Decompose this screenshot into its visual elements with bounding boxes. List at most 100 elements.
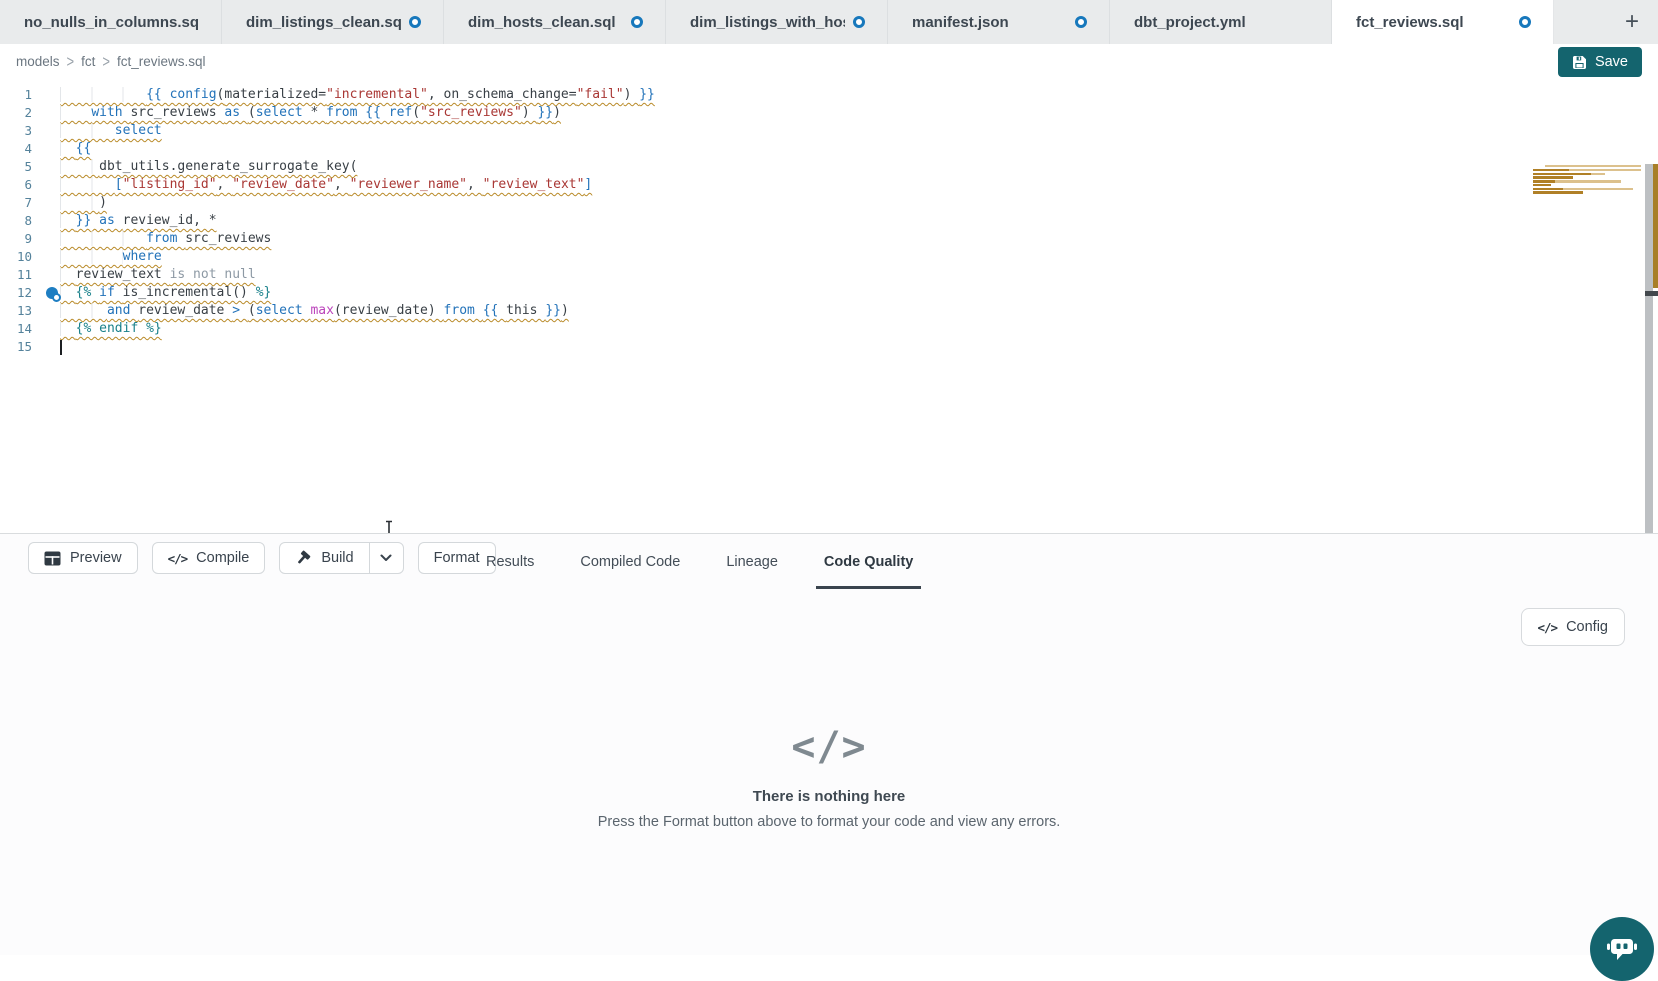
line-text: from src_reviews: [60, 231, 271, 246]
line-text: {{: [60, 141, 91, 156]
line-number: 3: [0, 122, 44, 140]
line-number: 8: [0, 212, 44, 230]
new-tab-button[interactable]: +: [1614, 0, 1650, 44]
line-number: 2: [0, 104, 44, 122]
save-label: Save: [1595, 54, 1628, 70]
code-line-14[interactable]: 14 {% endif %}: [0, 320, 1658, 338]
hammer-icon: [295, 550, 312, 566]
line-number: 4: [0, 140, 44, 158]
build-split-button: Build: [279, 542, 403, 574]
preview-button[interactable]: Preview: [28, 542, 138, 574]
code-line-10[interactable]: 10 where: [0, 248, 1658, 266]
line-number: 15: [0, 338, 44, 356]
line-number: 6: [0, 176, 44, 194]
panel-tab-bar: Results Compiled Code Lineage Code Quality: [478, 534, 921, 589]
action-button-row: Preview </> Compile Build: [28, 542, 496, 574]
scrollbar-warning-ruler: [1653, 164, 1658, 288]
file-tab-dim_hosts_clean-sql[interactable]: dim_hosts_clean.sql: [444, 0, 666, 44]
config-label: Config: [1566, 619, 1608, 635]
format-label: Format: [434, 550, 480, 566]
code-line-4[interactable]: 4 {{: [0, 140, 1658, 158]
code-line-7[interactable]: 7 ): [0, 194, 1658, 212]
line-text: ): [60, 195, 107, 210]
line-text: {% if is_incremental() %}: [60, 285, 271, 300]
file-tab-dim_listings_clean-sql[interactable]: dim_listings_clean.sql: [222, 0, 444, 44]
panel-tab-results[interactable]: Results: [478, 534, 542, 589]
panel-tab-compiled-code[interactable]: Compiled Code: [572, 534, 688, 589]
code-line-8[interactable]: 8 }} as review_id, *: [0, 212, 1658, 230]
code-lines: 1 {{ config(materialized="incremental", …: [0, 86, 1658, 356]
line-text: {{ config(materialized="incremental", on…: [60, 87, 655, 102]
panel-tab-code-quality[interactable]: Code Quality: [816, 534, 921, 589]
code-editor[interactable]: 1 {{ config(materialized="incremental", …: [0, 82, 1658, 533]
code-line-3[interactable]: 3 select: [0, 122, 1658, 140]
file-tab-dbt_project-yml[interactable]: dbt_project.yml: [1110, 0, 1332, 44]
code-line-9[interactable]: 9 from src_reviews: [0, 230, 1658, 248]
editor-scrollbar-thumb[interactable]: [1645, 164, 1653, 533]
code-line-5[interactable]: 5 dbt_utils.generate_surrogate_key(: [0, 158, 1658, 176]
chevron-right-icon: >: [67, 52, 75, 71]
text-caret: [60, 340, 62, 355]
minimap[interactable]: [1533, 165, 1645, 199]
plus-icon: +: [1625, 8, 1639, 36]
empty-state-title: There is nothing here: [0, 788, 1658, 805]
save-button[interactable]: Save: [1558, 47, 1642, 77]
bottom-panel: Preview </> Compile Build: [0, 533, 1658, 955]
unsaved-changes-dot: [409, 16, 421, 28]
build-options-button[interactable]: [369, 543, 403, 573]
file-header: models > fct > fct_reviews.sql Save: [0, 44, 1658, 82]
line-number: 10: [0, 248, 44, 266]
line-text: {% endif %}: [60, 321, 162, 336]
breadcrumb-item[interactable]: models: [16, 54, 60, 69]
breadcrumb-item[interactable]: fct_reviews.sql: [117, 54, 206, 69]
line-text: and review_date > (select max(review_dat…: [60, 303, 569, 318]
code-line-11[interactable]: 11 review_text is not null: [0, 266, 1658, 284]
empty-state-subtitle: Press the Format button above to format …: [0, 814, 1658, 830]
code-action-icon[interactable]: [46, 287, 58, 299]
line-text: }} as review_id, *: [60, 213, 217, 228]
save-icon: [1572, 55, 1587, 70]
file-tab-dim_listings_with_hosts-sql[interactable]: dim_listings_with_hosts.sql: [666, 0, 888, 44]
tab-label: dim_listings_with_hosts.sql: [690, 14, 845, 31]
panel-tab-lineage[interactable]: Lineage: [718, 534, 786, 589]
empty-state: </> There is nothing here Press the Form…: [0, 724, 1658, 830]
code-slash-icon: </>: [0, 724, 1658, 770]
code-line-15[interactable]: 15: [0, 338, 1658, 356]
config-button[interactable]: </> Config: [1521, 608, 1626, 646]
line-number: 13: [0, 302, 44, 320]
line-text: where: [60, 249, 162, 264]
code-line-2[interactable]: 2 with src_reviews as (select * from {{ …: [0, 104, 1658, 122]
breadcrumb: models > fct > fct_reviews.sql: [16, 54, 206, 69]
robot-chat-icon: [1605, 934, 1639, 964]
file-tab-no_nulls_in_columns-sql[interactable]: no_nulls_in_columns.sql: [0, 0, 222, 44]
file-tab-manifest-json[interactable]: manifest.json: [888, 0, 1110, 44]
build-button[interactable]: Build: [280, 543, 368, 573]
breadcrumb-item[interactable]: fct: [81, 54, 95, 69]
compile-button[interactable]: </> Compile: [152, 542, 266, 574]
tab-label: dim_hosts_clean.sql: [468, 14, 616, 31]
chatbot-button[interactable]: [1590, 917, 1654, 981]
line-number: 7: [0, 194, 44, 212]
chevron-down-icon: [380, 554, 392, 562]
line-text: review_text is not null: [60, 267, 256, 282]
code-line-6[interactable]: 6 ["listing_id", "review_date", "reviewe…: [0, 176, 1658, 194]
line-number: 12: [0, 284, 44, 302]
tab-label: no_nulls_in_columns.sql: [24, 14, 199, 31]
code-line-1[interactable]: 1 {{ config(materialized="incremental", …: [0, 86, 1658, 104]
code-line-13[interactable]: 13 and review_date > (select max(review_…: [0, 302, 1658, 320]
build-label: Build: [321, 550, 353, 566]
tab-label: dbt_project.yml: [1134, 14, 1246, 31]
file-tab-fct_reviews-sql[interactable]: fct_reviews.sql: [1332, 0, 1554, 44]
scrollbar-position-mark: [1645, 291, 1658, 296]
unsaved-changes-dot: [1075, 16, 1087, 28]
compile-label: Compile: [196, 550, 249, 566]
tab-label: fct_reviews.sql: [1356, 14, 1464, 31]
line-number: 11: [0, 266, 44, 284]
code-icon: </>: [1538, 620, 1558, 635]
code-line-12[interactable]: 12 {% if is_incremental() %}: [0, 284, 1658, 302]
line-number: 1: [0, 86, 44, 104]
tab-label: manifest.json: [912, 14, 1009, 31]
line-text: ["listing_id", "review_date", "reviewer_…: [60, 177, 592, 192]
chevron-right-icon: >: [102, 52, 110, 71]
preview-label: Preview: [70, 550, 122, 566]
